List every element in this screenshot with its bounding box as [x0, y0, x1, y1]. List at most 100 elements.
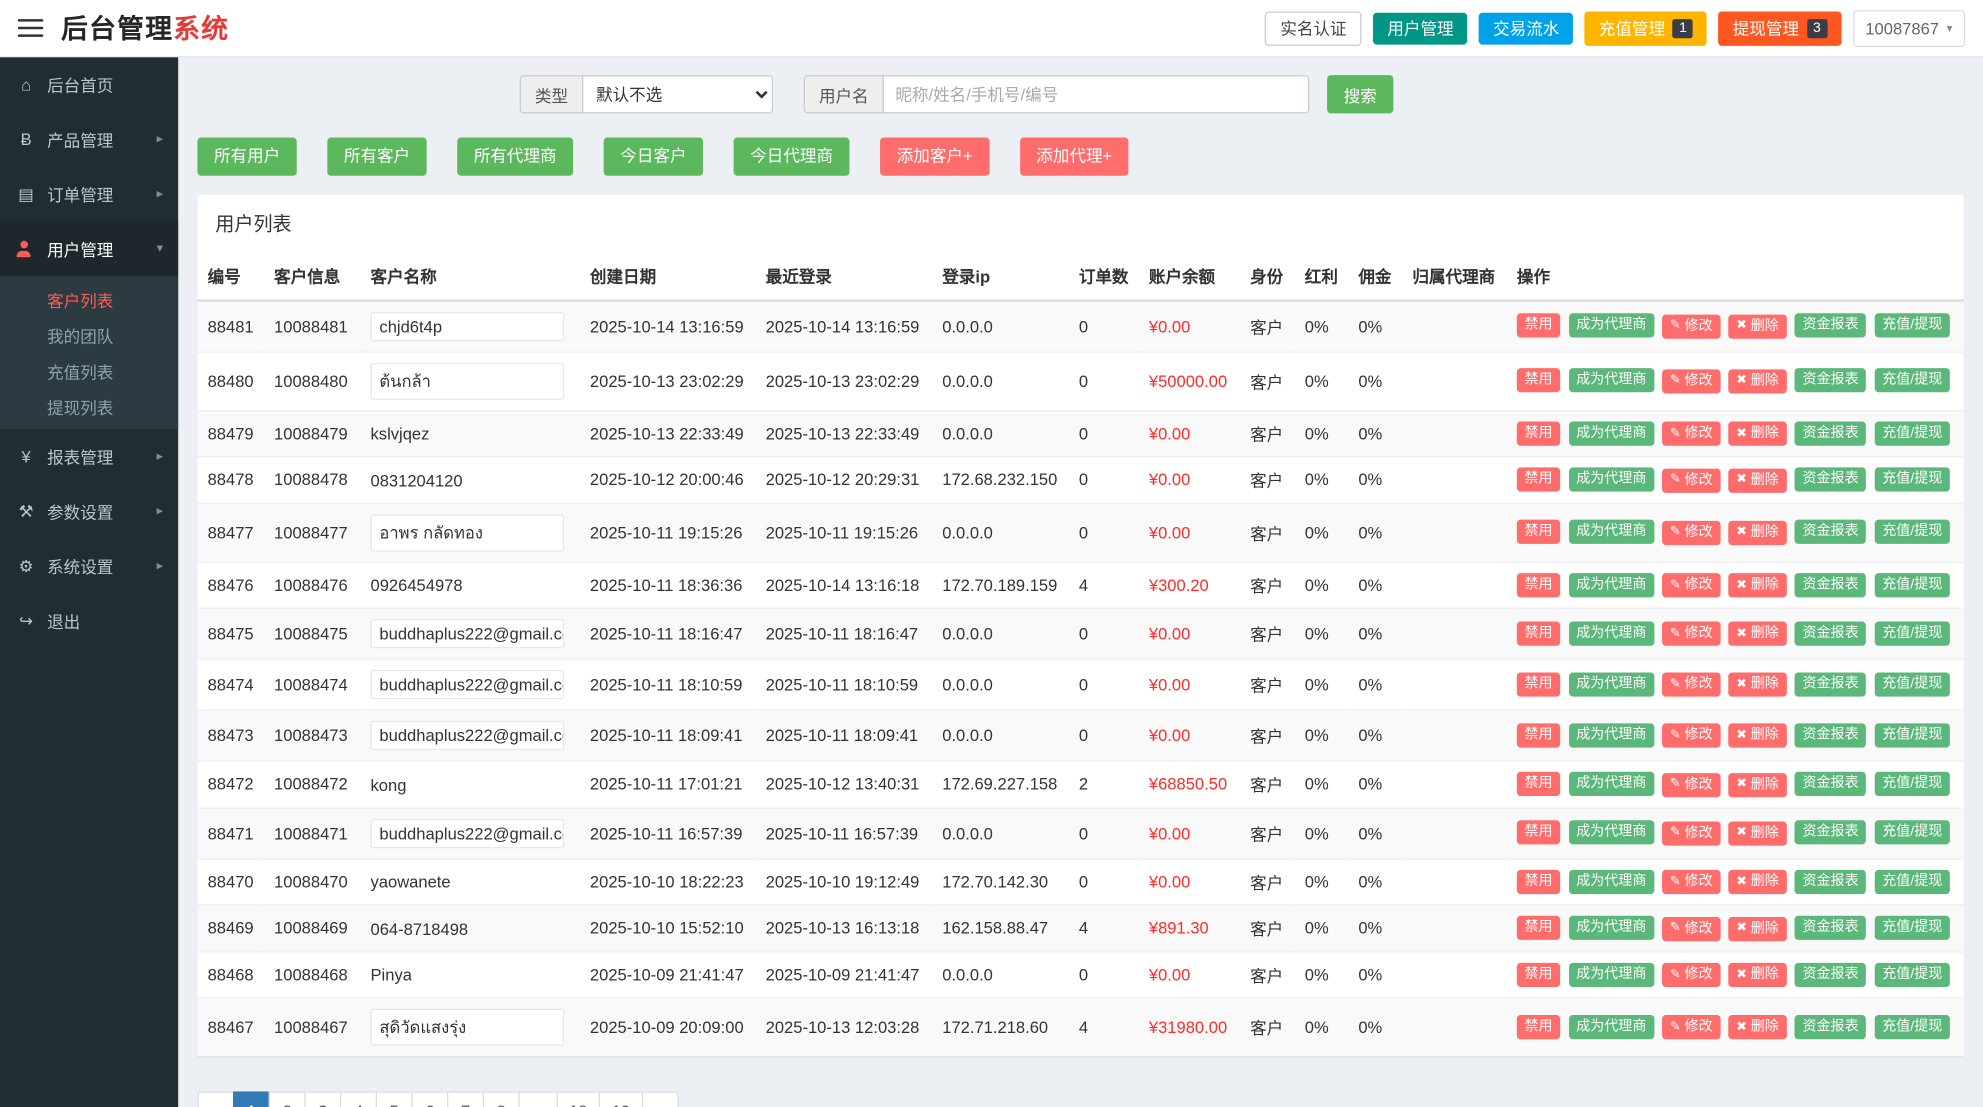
- recharge-withdraw-button[interactable]: 充值/提现: [1874, 723, 1950, 748]
- become-agent-button[interactable]: 成为代理商: [1568, 672, 1654, 697]
- submenu-item-recharge-list[interactable]: 充值列表: [0, 353, 178, 389]
- page-button[interactable]: »: [641, 1091, 679, 1107]
- submenu-item-my-team[interactable]: 我的团队: [0, 317, 178, 353]
- quick-filter-button[interactable]: 所有用户: [197, 137, 297, 176]
- disable-button[interactable]: 禁用: [1516, 672, 1561, 697]
- sidebar-item-users[interactable]: 用户管理 ▾: [0, 221, 179, 277]
- account-dropdown[interactable]: 10087867 ▾: [1852, 9, 1966, 47]
- sidebar-item-products[interactable]: Ƀ 产品管理 ▸: [0, 112, 178, 167]
- quick-filter-button[interactable]: 添加代理+: [1019, 137, 1129, 176]
- become-agent-button[interactable]: 成为代理商: [1568, 368, 1654, 393]
- become-agent-button[interactable]: 成为代理商: [1568, 520, 1654, 545]
- disable-button[interactable]: 禁用: [1516, 820, 1561, 845]
- menu-icon[interactable]: [17, 19, 44, 37]
- become-agent-button[interactable]: 成为代理商: [1568, 723, 1654, 748]
- edit-button[interactable]: ✎ 修改: [1662, 468, 1721, 493]
- become-agent-button[interactable]: 成为代理商: [1568, 467, 1654, 492]
- recharge-withdraw-button[interactable]: 充值/提现: [1874, 467, 1950, 492]
- delete-button[interactable]: ✖ 删除: [1728, 962, 1787, 988]
- customer-name-field[interactable]: 0831204120: [371, 471, 463, 490]
- fund-report-button[interactable]: 资金报表: [1794, 421, 1867, 446]
- edit-button[interactable]: ✎ 修改: [1662, 369, 1721, 394]
- sidebar-item-reports[interactable]: ¥ 报表管理 ▸: [0, 429, 178, 484]
- fund-report-button[interactable]: 资金报表: [1794, 313, 1867, 338]
- customer-name-field[interactable]: kslvjqez: [371, 425, 430, 444]
- recharge-withdraw-button[interactable]: 充值/提现: [1874, 1014, 1950, 1040]
- page-button[interactable]: 4: [340, 1091, 377, 1107]
- disable-button[interactable]: 禁用: [1516, 723, 1561, 748]
- delete-button[interactable]: ✖ 删除: [1728, 723, 1787, 749]
- submenu-item-customer-list[interactable]: 客户列表: [0, 281, 178, 317]
- edit-button[interactable]: ✎ 修改: [1662, 573, 1721, 598]
- page-button[interactable]: 6: [411, 1091, 449, 1107]
- sidebar-item-orders[interactable]: ▤ 订单管理 ▸: [0, 167, 178, 222]
- customer-name-field[interactable]: Pinya: [371, 966, 412, 985]
- fund-report-button[interactable]: 资金报表: [1794, 771, 1867, 797]
- disable-button[interactable]: 禁用: [1516, 962, 1561, 987]
- disable-button[interactable]: 禁用: [1516, 421, 1561, 446]
- quick-filter-button[interactable]: 今日代理商: [733, 137, 850, 176]
- delete-button[interactable]: ✖ 删除: [1728, 869, 1787, 895]
- customer-name-field[interactable]: buddhaplus222@gmail.cor: [370, 670, 565, 700]
- become-agent-button[interactable]: 成为代理商: [1568, 771, 1654, 797]
- disable-button[interactable]: 禁用: [1516, 621, 1561, 646]
- become-agent-button[interactable]: 成为代理商: [1568, 572, 1654, 597]
- page-button[interactable]: ...: [518, 1091, 558, 1107]
- recharge-withdraw-button[interactable]: 充值/提现: [1874, 421, 1950, 446]
- delete-button[interactable]: ✖ 删除: [1728, 314, 1787, 339]
- disable-button[interactable]: 禁用: [1516, 467, 1561, 492]
- disable-button[interactable]: 禁用: [1516, 520, 1561, 545]
- edit-button[interactable]: ✎ 修改: [1662, 962, 1721, 988]
- recharge-withdraw-button[interactable]: 充值/提现: [1874, 820, 1950, 845]
- fund-report-button[interactable]: 资金报表: [1794, 368, 1867, 393]
- page-button[interactable]: 3: [304, 1091, 342, 1107]
- page-button[interactable]: 8: [482, 1091, 520, 1107]
- page-button[interactable]: 5: [375, 1091, 413, 1107]
- edit-button[interactable]: ✎ 修改: [1662, 916, 1721, 941]
- edit-button[interactable]: ✎ 修改: [1662, 520, 1721, 545]
- become-agent-button[interactable]: 成为代理商: [1568, 313, 1654, 338]
- edit-button[interactable]: ✎ 修改: [1662, 821, 1721, 846]
- quick-filter-button[interactable]: 所有客户: [327, 137, 427, 176]
- customer-name-field[interactable]: สุดิวัดแสงรุ่ง: [370, 1008, 565, 1046]
- fund-report-button[interactable]: 资金报表: [1794, 820, 1867, 845]
- quick-filter-button[interactable]: 今日客户: [603, 137, 704, 176]
- search-button[interactable]: 搜索: [1327, 75, 1394, 114]
- edit-button[interactable]: ✎ 修改: [1662, 314, 1721, 339]
- recharge-withdraw-button[interactable]: 充值/提现: [1874, 962, 1950, 987]
- recharge-withdraw-button[interactable]: 充值/提现: [1874, 572, 1950, 597]
- header-nav-button[interactable]: 用户管理: [1373, 12, 1468, 44]
- fund-report-button[interactable]: 资金报表: [1794, 572, 1867, 597]
- delete-button[interactable]: ✖ 删除: [1728, 916, 1787, 941]
- page-button[interactable]: 2: [268, 1091, 306, 1107]
- page-button[interactable]: 18: [556, 1091, 601, 1107]
- header-nav-button[interactable]: 交易流水: [1479, 12, 1574, 44]
- sidebar-item-home[interactable]: ⌂ 后台首页: [0, 57, 178, 112]
- type-select[interactable]: 默认不选: [582, 75, 774, 114]
- delete-button[interactable]: ✖ 删除: [1728, 772, 1787, 797]
- header-nav-button[interactable]: 提现管理 3: [1718, 10, 1842, 46]
- disable-button[interactable]: 禁用: [1516, 368, 1561, 393]
- edit-button[interactable]: ✎ 修改: [1662, 421, 1721, 446]
- recharge-withdraw-button[interactable]: 充值/提现: [1874, 771, 1950, 797]
- fund-report-button[interactable]: 资金报表: [1794, 467, 1867, 492]
- recharge-withdraw-button[interactable]: 充值/提现: [1874, 915, 1950, 941]
- fund-report-button[interactable]: 资金报表: [1794, 520, 1867, 545]
- page-button[interactable]: 7: [447, 1091, 484, 1107]
- recharge-withdraw-button[interactable]: 充值/提现: [1874, 368, 1950, 393]
- fund-report-button[interactable]: 资金报表: [1794, 915, 1867, 941]
- disable-button[interactable]: 禁用: [1516, 1014, 1561, 1040]
- fund-report-button[interactable]: 资金报表: [1794, 869, 1867, 894]
- sidebar-item-logout[interactable]: ↪ 退出: [0, 593, 178, 648]
- customer-name-field[interactable]: buddhaplus222@gmail.cor: [370, 619, 565, 649]
- recharge-withdraw-button[interactable]: 充值/提现: [1874, 313, 1950, 338]
- disable-button[interactable]: 禁用: [1516, 915, 1561, 941]
- disable-button[interactable]: 禁用: [1516, 771, 1561, 797]
- sidebar-item-system-settings[interactable]: ⚙ 系统设置 ▸: [0, 539, 178, 594]
- delete-button[interactable]: ✖ 删除: [1728, 520, 1787, 545]
- become-agent-button[interactable]: 成为代理商: [1568, 820, 1654, 845]
- username-input[interactable]: [882, 75, 1310, 114]
- delete-button[interactable]: ✖ 删除: [1728, 621, 1787, 647]
- page-button[interactable]: 1: [233, 1091, 271, 1107]
- disable-button[interactable]: 禁用: [1516, 572, 1561, 597]
